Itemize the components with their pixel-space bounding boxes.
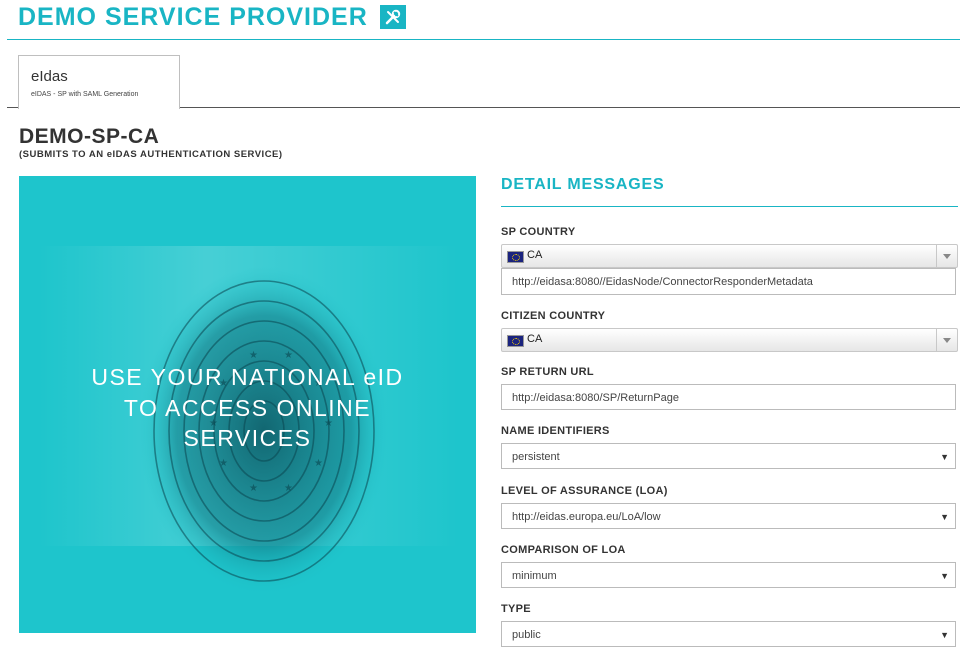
hero-banner: ★ ★ ★ ★ ★ ★ ★ ★ ★ ★ USE YOUR NATIONAL eID TO … [19,176,476,633]
name-identifiers-label: NAME IDENTIFIERS [501,425,610,437]
eu-flag-icon [507,335,524,347]
type-label: TYPE [501,603,531,615]
svg-text:★: ★ [314,458,323,469]
page-title: DEMO-SP-CA [19,125,160,148]
detail-messages-title: DETAIL MESSAGES [501,176,665,193]
svg-text:★: ★ [284,483,293,494]
tab-eidas[interactable]: eIdas eIDAS - SP with SAML Generation [18,55,180,109]
sp-return-url-label: SP RETURN URL [501,366,594,378]
type-value: public [512,629,541,641]
comparison-of-loa-value: minimum [512,570,557,582]
citizen-country-value: CA [527,333,543,345]
hero-line-1: USE YOUR NATIONAL eID [91,364,404,390]
hero-line-3: SERVICES [183,425,312,451]
header-divider [7,39,960,40]
svg-text:★: ★ [284,350,293,361]
chevron-down-icon[interactable] [936,245,957,267]
comparison-of-loa-select[interactable]: minimum ▼ [501,562,956,588]
name-identifiers-value: persistent [512,451,560,463]
sp-country-label: SP COUNTRY [501,226,576,238]
loa-value: http://eidas.europa.eu/LoA/low [512,511,661,523]
name-identifiers-select[interactable]: persistent ▼ [501,443,956,469]
caret-down-icon: ▼ [940,452,949,462]
metadata-url-input[interactable]: http://eidasa:8080//EidasNode/ConnectorR… [501,268,956,295]
type-select[interactable]: public ▼ [501,621,956,647]
caret-down-icon: ▼ [940,512,949,522]
sp-return-url-input[interactable]: http://eidasa:8080/SP/ReturnPage [501,384,956,410]
svg-text:★: ★ [249,483,258,494]
sp-return-url-value: http://eidasa:8080/SP/ReturnPage [512,392,679,404]
svg-text:★: ★ [249,350,258,361]
tools-icon [379,5,406,29]
page-subtitle: (SUBMITS TO AN eIDAS AUTHENTICATION SERV… [19,149,283,160]
citizen-country-select[interactable]: CA [501,328,958,352]
app-title: DEMO SERVICE PROVIDER [18,2,368,31]
caret-down-icon: ▼ [940,630,949,640]
tab-subtitle: eIDAS - SP with SAML Generation [31,91,139,98]
loa-select[interactable]: http://eidas.europa.eu/LoA/low ▼ [501,503,956,529]
eu-flag-icon [507,251,524,263]
header: DEMO SERVICE PROVIDER [18,0,406,34]
detail-divider [501,206,958,207]
svg-text:★: ★ [219,458,228,469]
hero-line-2: TO ACCESS ONLINE [123,394,372,421]
sp-country-value: CA [527,249,543,261]
sp-country-select[interactable]: CA [501,244,958,268]
comparison-of-loa-label: COMPARISON OF LOA [501,544,626,556]
chevron-down-icon[interactable] [936,329,957,351]
caret-down-icon: ▼ [940,571,949,581]
tab-join [19,107,177,109]
loa-label: LEVEL OF ASSURANCE (LOA) [501,485,668,497]
tab-title: eIdas [31,68,68,85]
citizen-country-label: CITIZEN COUNTRY [501,310,606,322]
metadata-url-value: http://eidasa:8080//EidasNode/ConnectorR… [512,276,813,288]
hero-text: USE YOUR NATIONAL eID TO ACCESS ONLINE S… [19,362,476,454]
